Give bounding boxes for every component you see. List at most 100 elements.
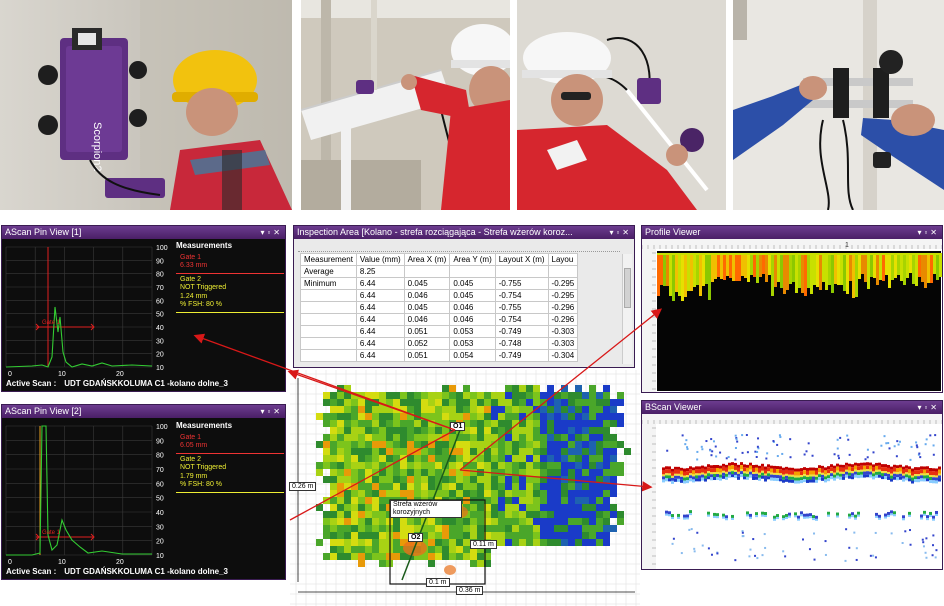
bscan-band — [875, 462, 878, 466]
table-row[interactable]: Minimum 6.44 0.045 0.045 -0.755 -0.295 — [300, 277, 579, 290]
bscan-titlebar[interactable]: BScan Viewer ▾▫✕ — [642, 401, 942, 414]
cscan-cell — [561, 420, 568, 427]
bscan-band — [800, 480, 803, 484]
profile-bar — [933, 253, 936, 274]
measurement-table-container[interactable]: Measurement Value (mm) Area X (m) Area Y (m… — [300, 253, 622, 367]
bscan-band — [848, 470, 851, 473]
gate2-status: NOT Triggered — [180, 464, 227, 471]
cscan-cell — [491, 448, 498, 455]
scroll-thumb[interactable] — [624, 268, 631, 308]
inspection-titlebar[interactable]: Inspection Area [Kolano - strefa rozciąg… — [294, 226, 634, 239]
bscan-band — [773, 474, 776, 478]
ascan-window-1[interactable]: AScan Pin View [1] ▾▫✕ 100 90 80 70 60 50 40 30… — [1, 225, 286, 392]
cscan-cell — [596, 469, 603, 476]
column-header[interactable]: Value (mm) — [355, 253, 405, 266]
cscan-cell — [498, 462, 505, 469]
bscan-viewer-window[interactable]: BScan Viewer ▾▫✕ — [641, 400, 943, 570]
column-header[interactable]: Layout X (m) — [494, 253, 549, 266]
cscan-cell — [575, 469, 582, 476]
table-row[interactable]: 6.44 0.046 0.046 -0.754 -0.296 — [300, 313, 579, 326]
table-scrollbar[interactable] — [622, 254, 632, 364]
cscan-cell — [337, 441, 344, 448]
cscan-cell — [568, 392, 575, 399]
column-header[interactable]: Measurement — [300, 253, 357, 266]
profile-plot[interactable]: 1 — [642, 239, 943, 393]
cscan-cell — [540, 525, 547, 532]
bscan-band — [749, 465, 752, 470]
cscan-cell — [379, 462, 386, 469]
bscan-band — [704, 473, 707, 476]
cscan-cell — [337, 546, 344, 553]
divider — [176, 272, 284, 274]
cscan-cell — [617, 420, 624, 427]
table-row[interactable]: 6.44 0.051 0.054 -0.749 -0.304 — [300, 349, 579, 362]
table-row[interactable]: 6.44 0.052 0.053 -0.748 -0.303 — [300, 337, 579, 350]
table-row[interactable]: 6.44 0.045 0.046 -0.755 -0.296 — [300, 301, 579, 314]
profile-titlebar[interactable]: Profile Viewer ▾▫✕ — [642, 226, 942, 239]
cscan-cell — [421, 427, 428, 434]
bscan-band — [791, 474, 794, 477]
cscan-cell — [351, 441, 358, 448]
table-cell: 0.052 — [403, 337, 451, 350]
bscan-dot — [890, 532, 893, 535]
table-row[interactable]: 6.44 0.046 0.045 -0.754 -0.295 — [300, 289, 579, 302]
inspection-area-window[interactable]: Inspection Area [Kolano - strefa rozciąg… — [293, 225, 635, 368]
profile-bar — [900, 253, 903, 281]
profile-bar — [864, 253, 867, 282]
cscan-cell — [596, 406, 603, 413]
measurement-table[interactable]: Measurement Value (mm) Area X (m) Area Y (m… — [300, 253, 579, 362]
window-controls-icon[interactable]: ▾▫✕ — [917, 226, 940, 239]
ascan-window-2[interactable]: AScan Pin View [2] ▾▫✕ 100 90 80 70 60 50 40 30… — [1, 404, 286, 580]
column-header[interactable]: Layou — [547, 253, 579, 266]
table-row[interactable]: Average 8.25 — [300, 265, 579, 278]
bscan-plot[interactable] — [642, 414, 943, 570]
cscan-cell — [330, 413, 337, 420]
bscan-band — [677, 516, 680, 519]
cscan-map[interactable] — [290, 370, 640, 606]
bscan-band — [710, 468, 713, 473]
profile-bar — [687, 253, 690, 291]
bscan-dot — [885, 442, 888, 445]
window-controls-icon[interactable]: ▾▫✕ — [917, 401, 940, 414]
cscan-cell — [526, 434, 533, 441]
cscan-cell — [456, 532, 463, 539]
bscan-band — [842, 471, 845, 474]
ascan-window-1-titlebar[interactable]: AScan Pin View [1] ▾▫✕ — [2, 226, 285, 239]
cscan-cell — [554, 462, 561, 469]
profile-bar — [927, 253, 930, 283]
cscan-cell — [421, 469, 428, 476]
cscan-cell — [365, 434, 372, 441]
bscan-band — [875, 474, 878, 478]
bscan-band — [893, 511, 896, 515]
y-tick-label: 30 — [156, 338, 164, 345]
window-controls-icon[interactable]: ▾▫✕ — [260, 405, 283, 418]
indication-o1-label[interactable]: O1 — [450, 422, 466, 431]
cscan-cell — [407, 441, 414, 448]
bscan-band — [674, 466, 677, 470]
ascan-window-2-titlebar[interactable]: AScan Pin View [2] ▾▫✕ — [2, 405, 285, 418]
bscan-dot — [908, 529, 911, 532]
bscan-band — [752, 471, 755, 474]
window-controls-icon[interactable]: ▾▫✕ — [609, 226, 632, 239]
y-tick-label: 20 — [156, 539, 164, 546]
profile-viewer-window[interactable]: Profile Viewer ▾▫✕ 1 — [641, 225, 943, 393]
ruler — [642, 239, 942, 249]
cscan-cell — [498, 532, 505, 539]
table-row[interactable]: 6.44 0.051 0.053 -0.749 -0.303 — [300, 325, 579, 338]
cscan-map-area[interactable]: O1 O2 Strefa wżerów korozyjnych 0.26 m 0… — [289, 370, 640, 606]
cscan-cell — [568, 539, 575, 546]
cscan-cell — [379, 448, 386, 455]
cscan-cell — [582, 525, 589, 532]
cscan-cell — [470, 392, 477, 399]
bscan-band — [875, 469, 878, 472]
cscan-cell — [575, 427, 582, 434]
column-header[interactable]: Area X (m) — [403, 253, 451, 266]
bscan-band — [773, 465, 776, 469]
bscan-band — [725, 471, 728, 474]
window-controls-icon[interactable]: ▾▫✕ — [260, 226, 283, 239]
cscan-cell — [372, 406, 379, 413]
indication-o2-label[interactable]: O2 — [408, 533, 424, 542]
bscan-band — [881, 471, 884, 474]
table-cell: 0.053 — [449, 325, 496, 338]
column-header[interactable]: Area Y (m) — [449, 253, 496, 266]
